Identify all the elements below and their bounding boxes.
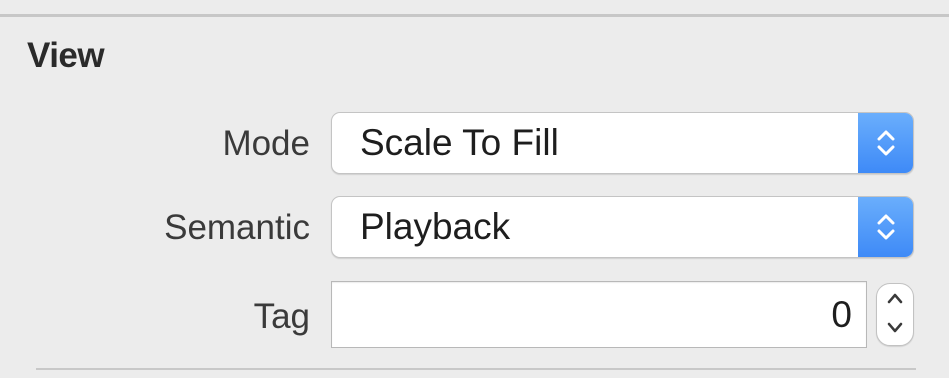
attributes-inspector-panel: View Mode Scale To Fill Semantic Playbac… bbox=[0, 0, 949, 378]
semantic-popup-value: Playback bbox=[360, 206, 511, 247]
tag-field[interactable]: 0 bbox=[331, 281, 867, 348]
mode-label: Mode bbox=[222, 124, 310, 163]
top-divider bbox=[0, 14, 949, 17]
up-down-chevron-icon bbox=[858, 113, 913, 173]
stepper-down-button[interactable] bbox=[877, 315, 913, 345]
up-down-chevron-icon bbox=[858, 197, 913, 257]
tag-stepper[interactable] bbox=[876, 283, 914, 346]
semantic-popup-button[interactable]: Playback bbox=[331, 196, 914, 258]
chevron-up-icon bbox=[885, 291, 905, 310]
chevron-down-icon bbox=[885, 321, 905, 340]
section-title: View bbox=[27, 36, 105, 75]
mode-popup-value: Scale To Fill bbox=[360, 122, 559, 163]
mode-popup-button[interactable]: Scale To Fill bbox=[331, 112, 914, 174]
semantic-label: Semantic bbox=[164, 208, 310, 247]
stepper-up-button[interactable] bbox=[877, 285, 913, 315]
bottom-divider bbox=[36, 368, 916, 370]
tag-field-value: 0 bbox=[831, 294, 852, 335]
tag-label: Tag bbox=[253, 297, 310, 336]
